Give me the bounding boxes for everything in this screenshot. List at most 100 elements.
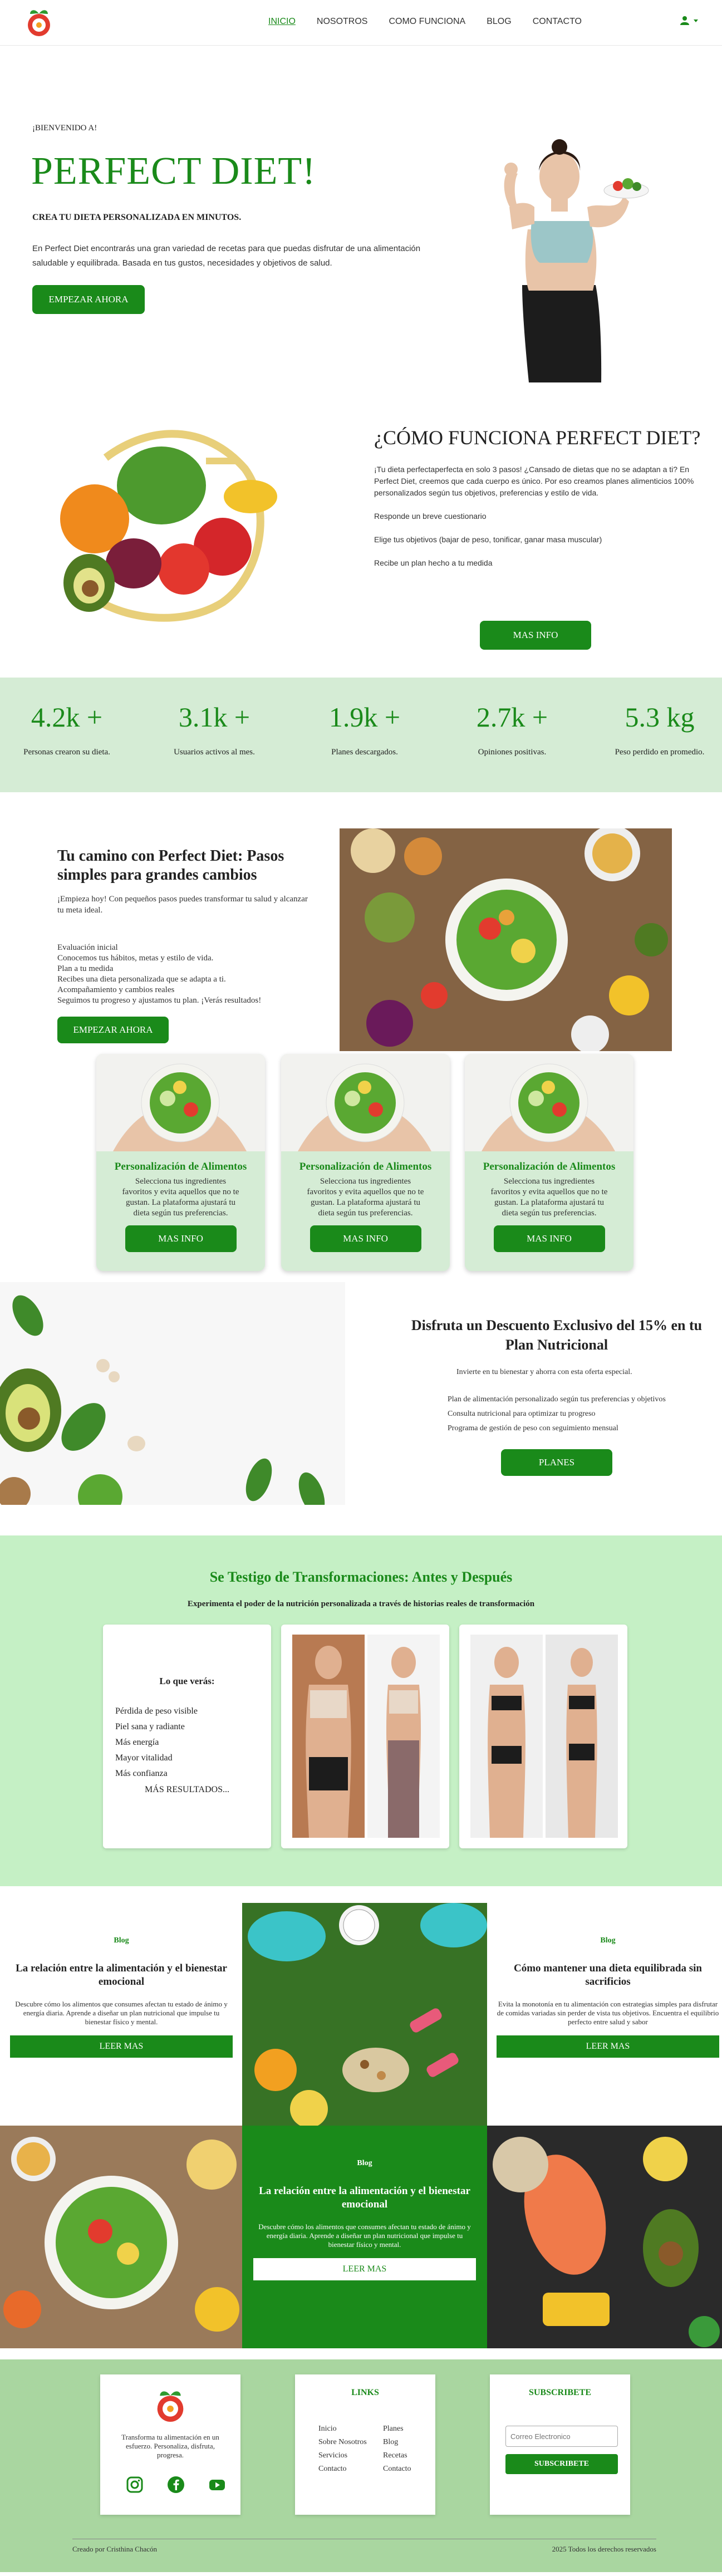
blog-section: Blog La relación entre la alimentación y… xyxy=(0,1886,722,2359)
stats-section: 4.2k + Personas crearon su dieta. 3.1k +… xyxy=(0,678,722,792)
nav-nosotros[interactable]: NOSOTROS xyxy=(317,17,368,27)
feature-card-title: Personalización de Alimentos xyxy=(299,1161,432,1172)
blog-title: La relación entre la alimentación y el b… xyxy=(259,2185,470,2210)
feature-card-text: Selecciona tus ingredientes favoritos y … xyxy=(490,1177,608,1218)
discount-item: Programa de gestión de peso con seguimie… xyxy=(448,1424,618,1432)
results-list-item: Más energía xyxy=(115,1738,159,1747)
plans-button[interactable]: PLANES xyxy=(501,1449,612,1476)
discount-item: Consulta nutricional para optimizar tu p… xyxy=(448,1410,596,1418)
footer-link[interactable]: Recetas xyxy=(383,2449,411,2462)
feature-card-button[interactable]: MAS INFO xyxy=(310,1225,421,1252)
hero-start-button[interactable]: EMPEZAR AHORA xyxy=(32,285,145,314)
blog-read-more-button[interactable]: LEER MAS xyxy=(10,2035,233,2058)
social-links xyxy=(126,2476,226,2494)
footer-link[interactable]: Contacto xyxy=(318,2462,367,2476)
food-table-image xyxy=(340,828,672,1051)
feature-card-text: Selecciona tus ingredientes favoritos y … xyxy=(122,1177,239,1218)
path-step: Acompañamiento y cambios reales xyxy=(57,985,175,994)
stat-number: 4.2k + xyxy=(31,701,103,733)
footer-link[interactable]: Servicios xyxy=(318,2449,367,2462)
features-section: Personalización de Alimentos Selecciona … xyxy=(0,1043,722,1282)
blog-tag: Blog xyxy=(357,2159,372,2167)
footer-credit: Creado por Cristhina Chacón xyxy=(72,2545,157,2553)
before-after-box xyxy=(459,1625,627,1848)
caret-down-icon xyxy=(694,19,698,22)
salad-table-image xyxy=(0,2126,242,2348)
hero-subtitle: CREA TU DIETA PERSONALIZADA EN MINUTOS. xyxy=(32,213,242,222)
stat-number: 1.9k + xyxy=(328,701,401,733)
footer-subscribe-box: SUBSCRIBETE SUBSCRIBETE xyxy=(490,2374,630,2515)
how-text: ¡Tu dieta perfectaperfecta en solo 3 pas… xyxy=(374,464,703,581)
blog-read-more-button[interactable]: LEER MAS xyxy=(497,2035,719,2058)
blog-text: Descubre cómo los alimentos que consumes… xyxy=(258,2222,471,2249)
results-list-item: Pérdida de peso visible xyxy=(115,1706,198,1716)
nav-contacto[interactable]: CONTACTO xyxy=(533,17,582,27)
user-menu[interactable] xyxy=(680,16,699,26)
facebook-icon[interactable] xyxy=(167,2476,185,2494)
feature-card: Personalización de Alimentos Selecciona … xyxy=(281,1054,450,1271)
hero-section: ¡BIENVENIDO A! PERFECT DIET! CREA TU DIE… xyxy=(0,46,722,382)
path-intro: ¡Empieza hoy! Con pequeños pasos puedes … xyxy=(57,895,308,915)
testimonials-section: Se Testigo de Transformaciones: Antes y … xyxy=(0,1535,722,1886)
blog-post: Blog La relación entre la alimentación y… xyxy=(10,1936,233,2058)
subscribe-button[interactable]: SUBSCRIBETE xyxy=(505,2454,618,2474)
results-list-item: Mayor vitalidad xyxy=(115,1753,173,1763)
stat-label: Opiniones positivas. xyxy=(478,748,547,757)
nav-inicio[interactable]: INICIO xyxy=(268,17,296,27)
nav-blog[interactable]: BLOG xyxy=(487,17,511,27)
footer-tagline: Transforma tu alimentación en un esfuerz… xyxy=(121,2433,219,2459)
footer-link[interactable]: Inicio xyxy=(318,2422,367,2436)
footer-link[interactable]: Sobre Nosotros xyxy=(318,2436,367,2449)
feature-card-title: Personalización de Alimentos xyxy=(114,1161,247,1172)
path-step: Plan a tu medida xyxy=(57,964,114,973)
before-after-image xyxy=(292,1635,440,1838)
feature-card-title: Personalización de Alimentos xyxy=(483,1161,616,1172)
stat-label: Peso perdido en promedio. xyxy=(615,748,705,757)
blog-title: La relación entre la alimentación y el b… xyxy=(16,1962,227,1988)
stat-item: 2.7k + Opiniones positivas. xyxy=(462,701,562,757)
hero-woman-image xyxy=(456,118,657,382)
stat-item: 5.3 kg Peso perdido en promedio. xyxy=(607,701,713,757)
logo-icon[interactable] xyxy=(22,6,56,40)
blog-read-more-button[interactable]: LEER MAS xyxy=(253,2258,476,2280)
testimonials-title: Se Testigo de Transformaciones: Antes y … xyxy=(209,1569,513,1585)
how-step-3: Recibe un plan hecho a tu medida xyxy=(374,558,493,567)
footer-brand-box: Transforma tu alimentación en un esfuerz… xyxy=(100,2374,240,2515)
path-step: Evaluación inicial xyxy=(57,943,118,952)
hero-description: En Perfect Diet encontrarás una gran var… xyxy=(32,244,421,268)
results-box: Lo que verás: Pérdida de peso visible Pi… xyxy=(103,1625,271,1848)
feature-card-button[interactable]: MAS INFO xyxy=(493,1225,605,1252)
stat-item: 3.1k + Usuarios activos al mes. xyxy=(164,701,264,757)
blog-highlight-panel: Blog La relación entre la alimentación y… xyxy=(242,2126,487,2348)
discount-section: Disfruta un Descuento Exclusivo del 15% … xyxy=(0,1282,722,1535)
more-results-link[interactable]: MÁS RESULTADOS... xyxy=(103,1785,271,1795)
email-input[interactable] xyxy=(505,2426,618,2447)
path-section: Tu camino con Perfect Diet: Pasos simple… xyxy=(0,792,722,1051)
vegetables-tape-image xyxy=(60,430,277,622)
results-list-item: Más confianza xyxy=(115,1769,168,1778)
results-list: Pérdida de peso visible Piel sana y radi… xyxy=(115,1704,271,1782)
youtube-icon[interactable] xyxy=(208,2476,226,2494)
footer-rights: 2025 Todos los derechos reservados xyxy=(552,2545,656,2553)
before-after-box xyxy=(281,1625,449,1848)
path-steps: Evaluación inicial Conocemos tus hábitos… xyxy=(57,943,313,1006)
path-step: Seguimos tu progreso y ajustamos tu plan… xyxy=(57,996,262,1005)
path-step: Recibes una dieta personalizada que se a… xyxy=(57,975,226,984)
how-more-info-button[interactable]: MAS INFO xyxy=(480,621,591,650)
links-title: LINKS xyxy=(351,2388,379,2397)
discount-list: Plan de alimentación personalizado según… xyxy=(448,1392,666,1436)
footer-link[interactable]: Blog xyxy=(383,2436,411,2449)
instagram-icon[interactable] xyxy=(126,2476,144,2494)
links-column: Inicio Sobre Nosotros Servicios Contacto xyxy=(318,2422,367,2476)
fitness-flatlay-image xyxy=(242,1903,487,2126)
how-step-2: Elige tus objetivos (bajar de peso, toni… xyxy=(374,535,602,544)
feature-card-button[interactable]: MAS INFO xyxy=(125,1225,237,1252)
footer-link[interactable]: Planes xyxy=(383,2422,411,2436)
footer-logo-icon[interactable] xyxy=(151,2387,190,2426)
discount-title: Disfruta un Descuento Exclusivo del 15% … xyxy=(411,1317,703,1353)
how-step-1: Responde un breve cuestionario xyxy=(374,512,487,521)
path-start-button[interactable]: EMPEZAR AHORA xyxy=(57,1017,169,1043)
nav-como-funciona[interactable]: COMO FUNCIONA xyxy=(389,17,465,27)
feature-card-image xyxy=(281,1054,450,1151)
footer-link[interactable]: Contacto xyxy=(383,2462,411,2476)
